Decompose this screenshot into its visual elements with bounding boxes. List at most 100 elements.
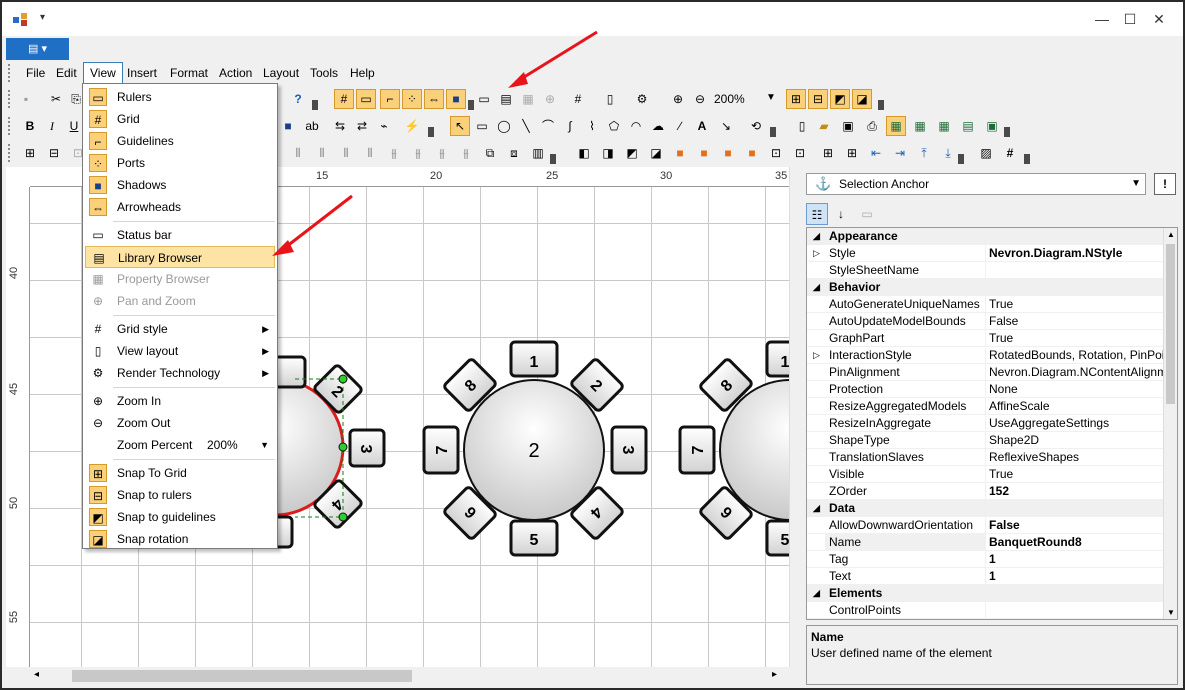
view-layout-icon[interactable]: ▯ xyxy=(600,89,620,109)
distribute-icon-1[interactable]: ⫴ xyxy=(288,143,308,163)
zoom-in-icon[interactable]: ⊕ xyxy=(668,89,688,109)
distribute-icon-6[interactable]: ⫵ xyxy=(408,143,428,163)
order-icon-4[interactable]: ■ xyxy=(742,143,762,163)
layout-view-3-icon[interactable]: ▦ xyxy=(934,116,954,136)
zoom-percent-combo[interactable]: 200% xyxy=(207,434,238,456)
save-doc-icon[interactable]: ▣ xyxy=(838,116,858,136)
rulers-toggle-icon[interactable]: ▭ xyxy=(356,89,376,109)
distribute-icon-2[interactable]: ⫴ xyxy=(312,143,332,163)
property-row[interactable]: AllowDownwardOrientation False xyxy=(807,517,1177,534)
property-value[interactable]: 1 xyxy=(985,551,1163,568)
nudge-left-icon[interactable]: ⇤ xyxy=(866,143,886,163)
property-value[interactable]: False xyxy=(985,313,1163,330)
group-3-icon[interactable]: ▥ xyxy=(528,143,548,163)
polyline-tool-icon[interactable]: ⌇ xyxy=(582,116,602,136)
grid-style-icon[interactable]: # xyxy=(568,89,588,109)
zoom-combo[interactable]: 200% xyxy=(714,92,745,106)
menu-file[interactable]: File xyxy=(20,62,51,84)
pan-zoom-toggle-icon[interactable]: ⊕ xyxy=(540,89,560,109)
distribute-icon-7[interactable]: ⫵ xyxy=(432,143,452,163)
connector-tool-icon[interactable]: ↘ xyxy=(716,116,736,136)
cut-icon[interactable]: ✂ xyxy=(46,89,66,109)
expand-icon[interactable]: ▷ xyxy=(813,245,820,262)
flip-icon-4[interactable]: ◪ xyxy=(646,143,666,163)
property-value[interactable]: True xyxy=(985,330,1163,347)
property-row-selected[interactable]: Name BanquetRound8 xyxy=(807,534,1177,551)
italic-icon[interactable]: I xyxy=(42,116,62,136)
menubar-grip[interactable] xyxy=(8,64,12,82)
grid-toggle-icon[interactable]: # xyxy=(334,89,354,109)
menu-action[interactable]: Action xyxy=(213,62,258,84)
property-grid[interactable]: ◢ Appearance ▷ Style Nevron.Diagram.NStyl… xyxy=(806,227,1178,620)
size-icon-1[interactable]: ⊞ xyxy=(818,143,838,163)
shadow-format-icon[interactable]: ■ xyxy=(278,116,298,136)
group-icon[interactable]: ⧉ xyxy=(480,143,500,163)
property-row[interactable]: TranslationSlaves ReflexiveShapes xyxy=(807,449,1177,466)
resize-icon-1[interactable]: ⊡ xyxy=(766,143,786,163)
nudge-right-icon[interactable]: ⇥ xyxy=(890,143,910,163)
toolbar-overflow-icon-3[interactable] xyxy=(878,100,884,110)
layout-view-1-icon[interactable]: ▦ xyxy=(886,116,906,136)
vertical-scrollbar[interactable] xyxy=(789,167,801,667)
category-data[interactable]: ◢ Data xyxy=(807,500,1177,517)
property-row[interactable]: StyleSheetName xyxy=(807,262,1177,279)
menu-insert[interactable]: Insert xyxy=(121,62,163,84)
expand-icon[interactable]: ▷ xyxy=(813,347,820,364)
ellipse-tool-icon[interactable]: ◯ xyxy=(494,116,514,136)
toolbar-overflow-icon-9[interactable] xyxy=(1024,154,1030,164)
resize-icon-2[interactable]: ⊡ xyxy=(790,143,810,163)
property-value[interactable]: 152 xyxy=(985,483,1163,500)
status-bar-toggle-icon[interactable]: ▭ xyxy=(474,89,494,109)
snap-rulers-icon[interactable]: ⊟ xyxy=(808,89,828,109)
property-row[interactable]: Tag 1 xyxy=(807,551,1177,568)
menu-item-guidelines[interactable]: ⌐ Guidelines xyxy=(85,130,275,152)
category-appearance[interactable]: ◢ Appearance xyxy=(807,228,1177,245)
order-icon-2[interactable]: ■ xyxy=(694,143,714,163)
property-value[interactable]: Nevron.Diagram.NContentAlignment xyxy=(985,364,1163,381)
menu-item-zoom-out[interactable]: ⊖ Zoom Out xyxy=(85,412,275,434)
property-value[interactable] xyxy=(985,262,1163,279)
new-document-icon[interactable]: ▯ xyxy=(792,116,812,136)
toolbar-grip-3[interactable] xyxy=(8,144,12,162)
menu-item-snap-rotation[interactable]: ◪ Snap rotation xyxy=(85,528,275,550)
bold-icon[interactable]: B xyxy=(20,116,40,136)
image-icon[interactable]: ▨ xyxy=(976,143,996,163)
property-row[interactable]: ShapeType Shape2D xyxy=(807,432,1177,449)
property-value[interactable]: Shape2D xyxy=(985,432,1163,449)
menu-item-arrowheads[interactable]: ⇔ Arrowheads xyxy=(85,196,275,218)
render-settings-icon[interactable]: ⚙ xyxy=(632,89,652,109)
rectangle-tool-icon[interactable]: ▭ xyxy=(472,116,492,136)
snap-rotation-icon[interactable]: ◪ xyxy=(852,89,872,109)
menu-item-shadows[interactable]: ■ Shadows xyxy=(85,174,275,196)
toolbar-overflow-icon-6[interactable] xyxy=(1004,127,1010,137)
layout-view-5-icon[interactable]: ▣ xyxy=(982,116,1002,136)
categorized-view-icon[interactable]: ☷ xyxy=(806,203,828,225)
property-pages-button[interactable]: ! xyxy=(1154,173,1176,195)
curve-tool-icon[interactable]: ∫ xyxy=(560,116,580,136)
menu-item-zoom-in[interactable]: ⊕ Zoom In xyxy=(85,390,275,412)
polygon-tool-icon[interactable]: ⬠ xyxy=(604,116,624,136)
arc-tool-icon[interactable]: ⌒ xyxy=(538,116,558,136)
property-value[interactable]: None xyxy=(985,381,1163,398)
flip-icon-2[interactable]: ◨ xyxy=(598,143,618,163)
scroll-left-icon[interactable]: ◂ xyxy=(34,669,39,680)
help-icon[interactable]: ? xyxy=(288,89,308,109)
nudge-down-icon[interactable]: ⤓ xyxy=(938,143,958,163)
guidelines-toggle-icon[interactable]: ⌐ xyxy=(380,89,400,109)
collapse-icon[interactable]: ◢ xyxy=(813,585,820,602)
line-tool-icon[interactable]: ╲ xyxy=(516,116,536,136)
layout-view-2-icon[interactable]: ▦ xyxy=(910,116,930,136)
menu-item-view-layout[interactable]: ▯ View layout ▶ xyxy=(85,340,275,362)
property-pages-icon[interactable]: ▭ xyxy=(856,203,878,225)
cloud-tool-icon[interactable]: ☁ xyxy=(648,116,668,136)
property-value[interactable]: UseAggregateSettings xyxy=(985,415,1163,432)
menu-item-snap-to-grid[interactable]: ⊞ Snap To Grid xyxy=(85,462,275,484)
toolbar-overflow-icon-4[interactable] xyxy=(428,127,434,137)
application-menu-button[interactable]: ▤ ▾ xyxy=(6,38,69,60)
property-row[interactable]: Visible True xyxy=(807,466,1177,483)
toolbar-grip[interactable] xyxy=(8,90,12,108)
property-row[interactable]: Protection None xyxy=(807,381,1177,398)
alphabetical-view-icon[interactable]: ↓ xyxy=(830,203,852,225)
connector-icon[interactable]: ⇆ xyxy=(330,116,350,136)
flip-icon-3[interactable]: ◩ xyxy=(622,143,642,163)
